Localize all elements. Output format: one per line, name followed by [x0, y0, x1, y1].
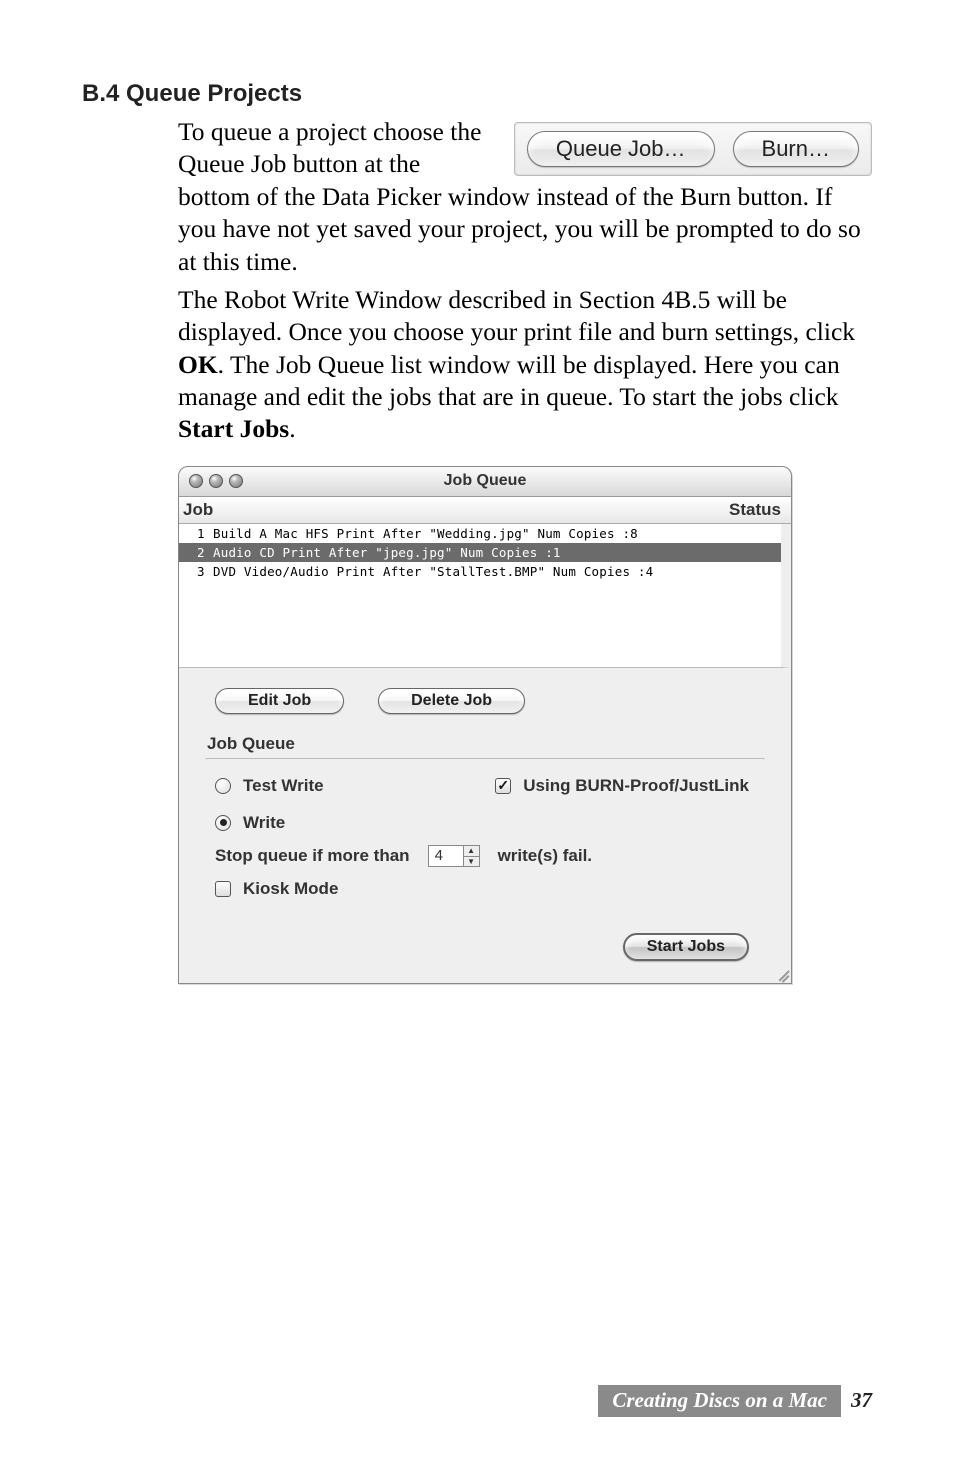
close-icon[interactable]	[189, 474, 203, 488]
row-number: 2	[197, 545, 213, 560]
delete-job-button[interactable]: Delete Job	[378, 688, 525, 714]
col-status[interactable]: Status	[729, 500, 781, 520]
kiosk-mode-checkbox[interactable]	[215, 881, 231, 897]
paragraph-2: The Robot Write Window described in Sect…	[178, 284, 872, 446]
para2-pre: The Robot Write Window described in Sect…	[178, 285, 855, 346]
write-radio[interactable]	[215, 815, 231, 831]
para2-end: .	[289, 414, 295, 443]
burn-proof-checkbox[interactable]	[495, 778, 511, 794]
test-write-label: Test Write	[243, 776, 324, 796]
kiosk-mode-label: Kiosk Mode	[243, 879, 338, 899]
burn-proof-label: Using BURN-Proof/JustLink	[523, 776, 749, 796]
resize-handle-icon[interactable]	[775, 967, 789, 981]
row-text: DVD Video/Audio Print After "StallTest.B…	[213, 564, 653, 579]
window-titlebar[interactable]: Job Queue	[179, 467, 791, 497]
footer-chapter: Creating Discs on a Mac	[598, 1385, 841, 1417]
job-queue-group: Test Write Using BURN-Proof/JustLink Wri…	[205, 758, 765, 921]
burn-button[interactable]: Burn…	[733, 131, 859, 167]
section-heading: B.4 Queue Projects	[82, 80, 872, 108]
minimize-icon[interactable]	[209, 474, 223, 488]
row-number: 3	[197, 564, 213, 579]
stepper-icon[interactable]: ▲▼	[463, 846, 479, 866]
start-jobs-bold: Start Jobs	[178, 414, 289, 443]
edit-job-button[interactable]: Edit Job	[215, 688, 344, 714]
start-jobs-button[interactable]: Start Jobs	[623, 933, 749, 961]
top-buttons-figure: Queue Job… Burn…	[514, 122, 872, 176]
stop-queue-label: Stop queue if more than	[215, 846, 410, 866]
list-item[interactable]: 3 DVD Video/Audio Print After "StallTest…	[179, 562, 781, 581]
page-footer: Creating Discs on a Mac 37	[598, 1385, 872, 1417]
job-queue-group-label: Job Queue	[207, 734, 765, 754]
list-item[interactable]: 2 Audio CD Print After "jpeg.jpg" Num Co…	[179, 543, 781, 562]
stop-queue-value: 4	[429, 846, 463, 866]
col-job[interactable]: Job	[183, 500, 213, 520]
write-label: Write	[243, 813, 285, 833]
para2-mid: . The Job Queue list window will be disp…	[178, 350, 840, 411]
zoom-icon[interactable]	[229, 474, 243, 488]
queue-job-button[interactable]: Queue Job…	[527, 131, 715, 167]
test-write-radio[interactable]	[215, 778, 231, 794]
stop-queue-suffix: write(s) fail.	[498, 846, 592, 866]
row-text: Audio CD Print After "jpeg.jpg" Num Copi…	[213, 545, 561, 560]
stop-queue-stepper[interactable]: 4 ▲▼	[428, 845, 480, 867]
list-item[interactable]: 1 Build A Mac HFS Print After "Wedding.j…	[179, 524, 781, 543]
job-queue-window: Job Queue Job Status 1 Build A Mac HFS P…	[178, 466, 792, 984]
row-number: 1	[197, 526, 213, 541]
job-list[interactable]: 1 Build A Mac HFS Print After "Wedding.j…	[179, 524, 791, 668]
footer-page-number: 37	[851, 1388, 872, 1413]
window-title: Job Queue	[179, 472, 791, 490]
row-text: Build A Mac HFS Print After "Wedding.jpg…	[213, 526, 638, 541]
ok-bold: OK	[178, 350, 218, 379]
column-headers: Job Status	[179, 497, 791, 524]
